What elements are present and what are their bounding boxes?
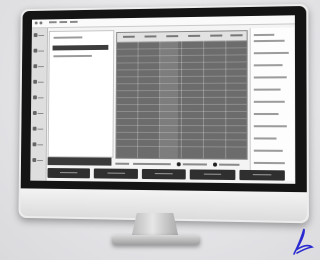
table-row[interactable] bbox=[116, 124, 247, 127]
nav-icon bbox=[32, 126, 37, 131]
signature-mark-icon bbox=[293, 228, 314, 255]
list-header bbox=[53, 36, 83, 39]
nav-icon bbox=[33, 95, 37, 100]
nav-item[interactable] bbox=[32, 157, 43, 164]
nav-icon bbox=[33, 79, 38, 84]
item-list-panel[interactable] bbox=[47, 30, 115, 158]
nav-item[interactable] bbox=[32, 110, 44, 117]
window-controls-icon[interactable] bbox=[39, 21, 43, 25]
table-row[interactable] bbox=[116, 131, 247, 134]
grid-column-highlight bbox=[159, 41, 179, 159]
table-row[interactable] bbox=[116, 110, 247, 113]
action-button[interactable] bbox=[94, 168, 138, 179]
action-button[interactable] bbox=[189, 169, 236, 181]
table-row[interactable] bbox=[116, 117, 247, 120]
window-titlebar bbox=[31, 15, 295, 29]
sidebar-nav bbox=[30, 28, 49, 181]
properties-panel bbox=[249, 27, 295, 181]
nav-icon bbox=[32, 158, 37, 163]
panel-action-button[interactable] bbox=[47, 157, 112, 166]
monitor-screen bbox=[30, 15, 296, 184]
nav-item[interactable] bbox=[32, 126, 44, 133]
window-controls-icon[interactable] bbox=[34, 21, 38, 25]
list-item[interactable] bbox=[53, 54, 92, 58]
table-row[interactable] bbox=[116, 103, 247, 106]
nav-icon bbox=[33, 33, 38, 38]
action-button-row bbox=[47, 168, 285, 181]
monitor bbox=[18, 3, 310, 224]
nav-item[interactable] bbox=[33, 79, 44, 86]
action-button[interactable] bbox=[239, 169, 285, 181]
nav-icon bbox=[33, 48, 38, 53]
nav-item[interactable] bbox=[32, 141, 44, 148]
action-button[interactable] bbox=[141, 168, 186, 180]
radio-option[interactable] bbox=[213, 162, 218, 167]
nav-item[interactable] bbox=[33, 32, 45, 39]
radio-option[interactable] bbox=[176, 162, 181, 167]
menu-bar[interactable] bbox=[49, 20, 78, 24]
table-row[interactable] bbox=[116, 96, 247, 99]
monitor-bezel bbox=[20, 5, 307, 193]
monitor-stand-base bbox=[112, 235, 200, 245]
action-button[interactable] bbox=[47, 168, 91, 179]
nav-icon bbox=[32, 111, 37, 115]
nav-item[interactable] bbox=[33, 63, 44, 70]
nav-icon bbox=[32, 142, 37, 147]
list-item-selected[interactable] bbox=[52, 44, 109, 51]
nav-item[interactable] bbox=[33, 48, 44, 55]
data-grid[interactable] bbox=[115, 30, 248, 160]
nav-icon bbox=[33, 64, 38, 69]
nav-item[interactable] bbox=[33, 94, 44, 101]
